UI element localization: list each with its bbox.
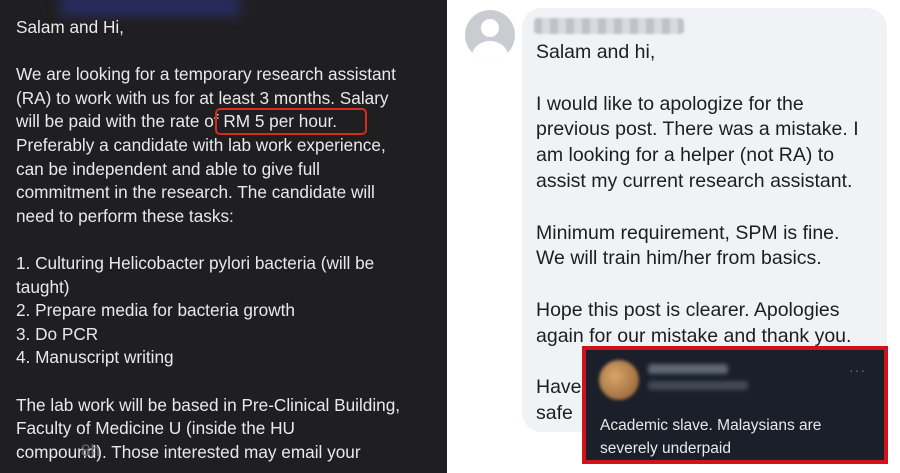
post-line: can be independent and able to give full — [16, 158, 320, 179]
redacted-tweet-handle — [648, 381, 748, 390]
comment-greeting: Salam and hi, — [536, 41, 656, 63]
comment-line: am looking for a helper (not RA) to — [536, 144, 835, 167]
post-line: commitment in the research. The candidat… — [16, 182, 375, 203]
task-item: 4. Manuscript writing — [16, 347, 174, 368]
task-item: 2. Prepare media for bacteria growth — [16, 300, 295, 321]
salary-rate-highlight: RM 5 per hour. — [215, 108, 368, 136]
comment-line: previous post. There was a mistake. I — [536, 118, 859, 141]
post-greeting: Salam and Hi, — [16, 17, 124, 37]
task-item: 1. Culturing Helicobacter pylori bacteri… — [16, 252, 375, 273]
post-line: Faculty of Medicine U (inside the HU — [16, 418, 295, 439]
original-post-screenshot: Salam and Hi, We are looking for a tempo… — [0, 0, 447, 473]
comment-timestamp[interactable]: 8h — [81, 441, 100, 461]
red-highlight-box — [215, 108, 368, 136]
redacted-commenter-name[interactable] — [534, 18, 684, 34]
tweet-reply-card: ··· Academic slave. Malaysians are sever… — [582, 346, 888, 464]
comment-line: Hope this post is clearer. Apologies — [536, 298, 840, 321]
more-options-icon[interactable]: ··· — [849, 362, 866, 378]
comment-line: We will train him/her from basics. — [536, 247, 822, 270]
tweet-avatar[interactable] — [599, 360, 639, 400]
default-avatar-icon — [481, 19, 499, 37]
comment-line: assist my current research assistant. — [536, 169, 853, 192]
tweet-text: Academic slave. Malaysians are severely … — [600, 417, 822, 457]
comment-line: Minimum requirement, SPM is fine. — [536, 221, 840, 244]
task-item: taught) — [16, 276, 70, 297]
comment-line: I would like to apologize for the — [536, 92, 804, 115]
post-line: (RA) to work with us for at least 3 mont… — [16, 87, 389, 108]
post-line: need to perform these tasks: — [16, 205, 234, 226]
redacted-header — [60, 0, 240, 16]
post-line: will be paid with the rate of RM 5 per h… — [16, 108, 436, 136]
post-line: We are looking for a temporary research … — [16, 64, 396, 85]
avatar[interactable] — [465, 10, 515, 60]
task-item: 3. Do PCR — [16, 323, 99, 344]
post-line: The lab work will be based in Pre-Clinic… — [16, 394, 401, 415]
post-line: compound). Those interested may email yo… — [16, 441, 361, 462]
redacted-tweet-name — [648, 364, 728, 374]
post-body: Salam and Hi, We are looking for a tempo… — [16, 16, 436, 464]
panel-divider — [447, 0, 455, 473]
post-line: Preferably a candidate with lab work exp… — [16, 134, 386, 155]
